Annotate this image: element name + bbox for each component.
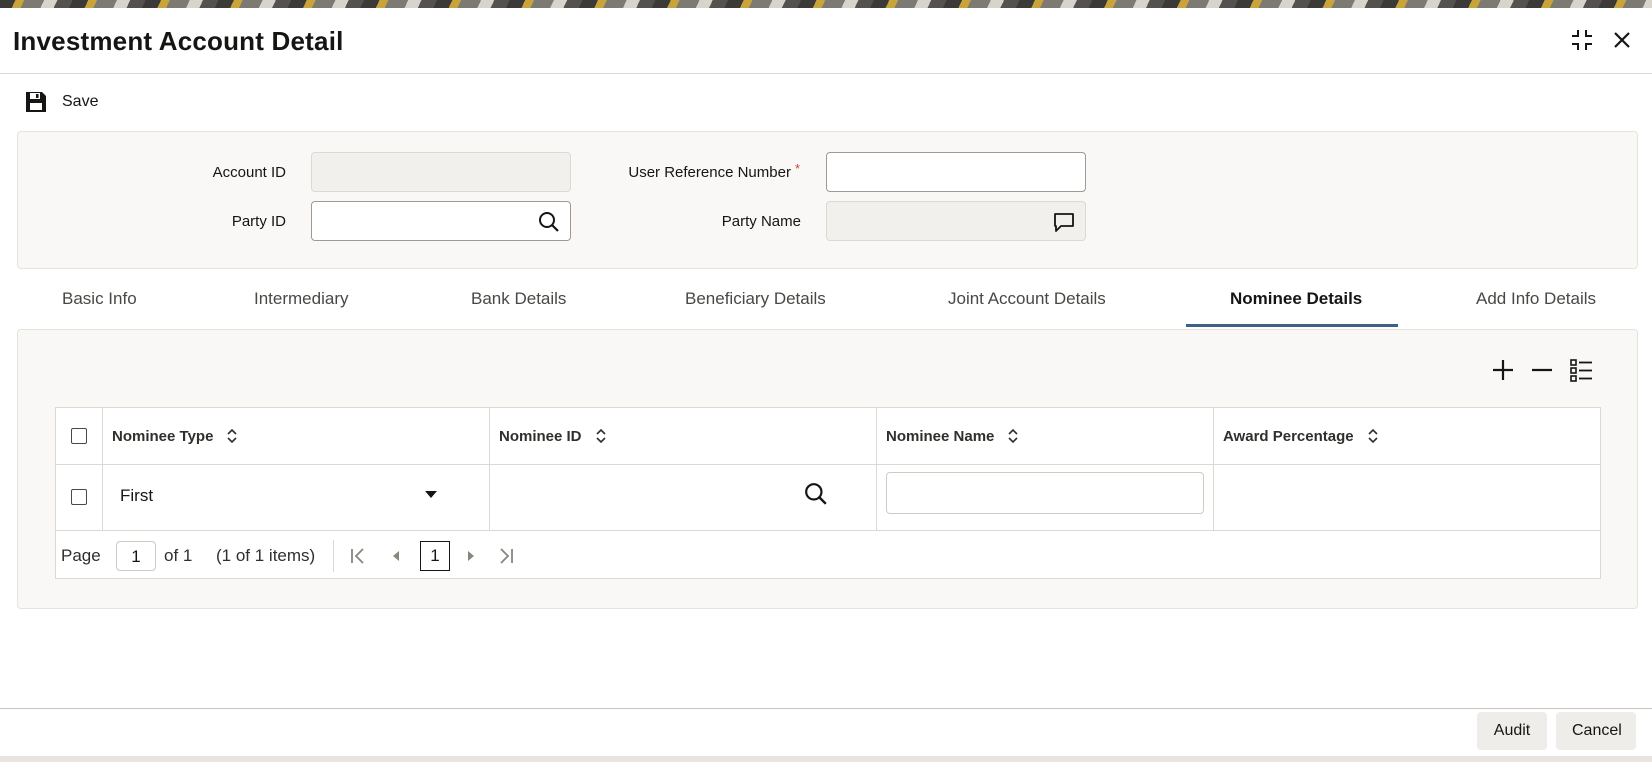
next-page-icon <box>468 551 474 561</box>
row-select-checkbox[interactable] <box>71 489 87 505</box>
tab-intermediary[interactable]: Intermediary <box>254 289 348 309</box>
last-page-icon <box>500 548 513 564</box>
pager-of-text: of 1 <box>164 546 193 565</box>
user-reference-label-text: User Reference Number <box>628 164 791 181</box>
first-page-icon <box>351 548 364 564</box>
previous-page-icon <box>393 551 399 561</box>
header-banner-strip <box>0 0 1652 8</box>
add-icon <box>1493 360 1513 380</box>
add-row-button[interactable] <box>1488 355 1518 385</box>
column-header-label: Award Percentage <box>1223 427 1354 445</box>
footer-divider <box>0 708 1652 709</box>
tab-bar: Basic Info Intermediary Bank Details Ben… <box>0 289 1652 329</box>
nominee-name-field[interactable] <box>886 472 1204 514</box>
party-name-field[interactable] <box>826 201 1086 241</box>
maximize-icon <box>1572 30 1592 50</box>
party-name-label: Party Name <box>721 213 801 230</box>
save-button[interactable]: Save <box>24 88 98 116</box>
window-title: Investment Account Detail <box>13 26 344 56</box>
dropdown-arrow-icon[interactable] <box>423 488 439 500</box>
search-icon[interactable] <box>538 211 560 233</box>
column-header-label: Nominee Type <box>112 427 214 445</box>
tab-nominee-details[interactable]: Nominee Details <box>1230 289 1362 309</box>
column-divider <box>489 408 490 530</box>
floppy-disk-icon <box>26 92 46 112</box>
pager-page-label: Page <box>61 546 101 565</box>
tab-add-info-details[interactable]: Add Info Details <box>1476 289 1596 309</box>
first-page-button[interactable] <box>348 546 368 566</box>
column-header-award-percentage[interactable]: Award Percentage <box>1223 408 1380 464</box>
column-divider <box>876 408 877 530</box>
current-page-button[interactable]: 1 <box>420 541 450 571</box>
row-divider <box>56 530 1600 531</box>
search-icon[interactable] <box>804 482 828 506</box>
pager-divider <box>333 540 334 572</box>
pager-items-text: (1 of 1 items) <box>216 546 316 565</box>
column-header-nominee-type[interactable]: Nominee Type <box>112 408 239 464</box>
tab-joint-account-details[interactable]: Joint Account Details <box>948 289 1106 309</box>
close-button[interactable] <box>1608 26 1636 54</box>
nominee-table: Nominee Type Nominee ID Nominee Name Awa… <box>55 407 1601 579</box>
select-all-checkbox[interactable] <box>71 428 87 444</box>
single-record-view-button[interactable] <box>1566 355 1596 385</box>
comment-icon[interactable] <box>1053 211 1075 233</box>
column-header-nominee-id[interactable]: Nominee ID <box>499 408 608 464</box>
nominee-type-value[interactable]: First <box>120 486 153 506</box>
title-divider <box>0 73 1652 74</box>
footer-strip <box>0 756 1652 762</box>
sort-icon[interactable] <box>594 428 608 444</box>
tab-basic-info[interactable]: Basic Info <box>62 289 137 309</box>
remove-icon <box>1532 368 1552 372</box>
tab-beneficiary-details[interactable]: Beneficiary Details <box>685 289 826 309</box>
column-divider <box>1213 408 1214 530</box>
account-id-field[interactable] <box>311 152 571 192</box>
column-header-label: Nominee ID <box>499 427 582 445</box>
column-header-nominee-name[interactable]: Nominee Name <box>886 408 1020 464</box>
last-page-button[interactable] <box>496 546 516 566</box>
account-id-label: Account ID <box>212 164 286 181</box>
party-id-field[interactable] <box>311 201 571 241</box>
cancel-button[interactable]: Cancel <box>1556 712 1636 750</box>
user-reference-label: User Reference Number * <box>580 161 800 181</box>
close-icon <box>1614 32 1630 48</box>
save-label: Save <box>62 93 99 110</box>
sort-icon[interactable] <box>1366 428 1380 444</box>
required-asterisk: * <box>794 161 800 176</box>
column-divider <box>102 408 103 530</box>
maximize-button[interactable] <box>1568 26 1596 54</box>
header-row-divider <box>56 464 1600 465</box>
previous-page-button[interactable] <box>386 546 406 566</box>
pager-page-input[interactable]: 1 <box>116 541 156 571</box>
user-reference-field[interactable] <box>826 152 1086 192</box>
audit-button[interactable]: Audit <box>1477 712 1547 750</box>
sort-icon[interactable] <box>225 428 239 444</box>
party-id-label: Party ID <box>231 213 286 230</box>
delete-row-button[interactable] <box>1527 355 1557 385</box>
tab-bank-details[interactable]: Bank Details <box>471 289 566 309</box>
column-header-label: Nominee Name <box>886 427 995 445</box>
active-tab-indicator <box>1186 324 1398 327</box>
next-page-button[interactable] <box>461 546 481 566</box>
single-record-view-icon <box>1570 359 1592 382</box>
sort-icon[interactable] <box>1006 428 1020 444</box>
